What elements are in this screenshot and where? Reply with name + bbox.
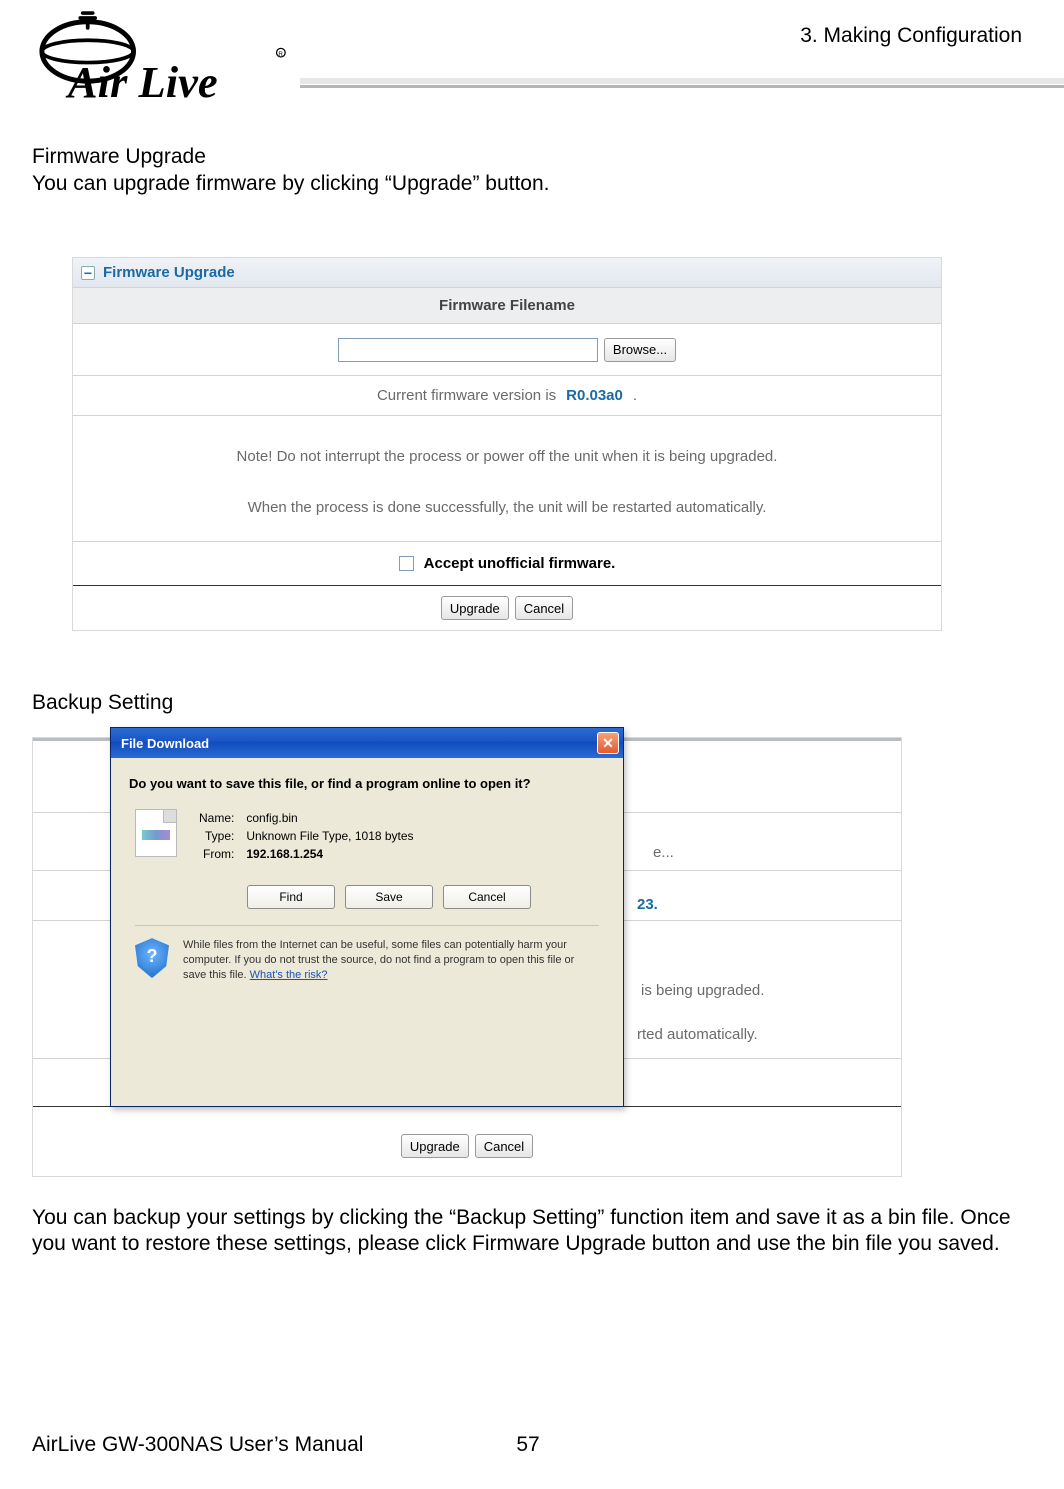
- panel-note-2: When the process is done successfully, t…: [93, 497, 921, 520]
- shield-icon: [135, 938, 169, 978]
- bg-upgrade-button[interactable]: Upgrade: [401, 1134, 469, 1158]
- section-backup-title: Backup Setting: [32, 691, 1024, 715]
- section-firmware-upgrade-desc: You can upgrade firmware by clicking “Up…: [32, 171, 1024, 197]
- svg-text:Air Live: Air Live: [65, 57, 218, 104]
- type-value: Unknown File Type, 1018 bytes: [240, 827, 419, 845]
- bg-browse-fragment: e...: [653, 844, 674, 861]
- whats-the-risk-link[interactable]: What's the risk?: [250, 969, 328, 981]
- browse-button[interactable]: Browse...: [604, 338, 676, 362]
- name-value: config.bin: [240, 809, 419, 827]
- section-backup-desc: You can backup your settings by clicking…: [32, 1205, 1024, 1256]
- backup-screenshot: e... 23. is being upgraded. rted automat…: [32, 737, 902, 1177]
- panel-title: Firmware Upgrade: [103, 264, 235, 281]
- upgrade-button[interactable]: Upgrade: [441, 596, 509, 620]
- from-label: From:: [193, 845, 240, 863]
- brand-logo: Air Live R: [32, 10, 292, 104]
- svg-text:R: R: [278, 51, 283, 58]
- section-firmware-upgrade-title: Firmware Upgrade: [32, 145, 1024, 169]
- version-value: R0.03a0: [566, 387, 623, 404]
- bg-note-fragment-1: is being upgraded.: [641, 982, 764, 999]
- panel-column-header: Firmware Filename: [73, 288, 941, 324]
- accept-unofficial-label: Accept unofficial firmware.: [424, 555, 616, 572]
- manual-name: AirLive GW-300NAS User’s Manual: [32, 1433, 363, 1456]
- firmware-upgrade-panel: − Firmware Upgrade Firmware Filename Bro…: [72, 257, 942, 631]
- panel-collapse-icon[interactable]: −: [81, 266, 95, 280]
- find-button[interactable]: Find: [247, 885, 335, 909]
- from-value: 192.168.1.254: [240, 845, 419, 863]
- bg-note-fragment-2: rted automatically.: [637, 1026, 758, 1043]
- page-footer: AirLive GW-300NAS User’s Manual 57: [32, 1433, 1024, 1457]
- dialog-question: Do you want to save this file, or find a…: [129, 776, 605, 793]
- close-icon[interactable]: ✕: [597, 732, 619, 754]
- version-suffix: .: [633, 387, 637, 404]
- accept-unofficial-checkbox[interactable]: [399, 556, 414, 571]
- firmware-file-input[interactable]: [338, 338, 598, 362]
- panel-note-1: Note! Do not interrupt the process or po…: [93, 446, 921, 469]
- dialog-cancel-button[interactable]: Cancel: [443, 885, 531, 909]
- bg-version-fragment: 23.: [637, 896, 658, 913]
- version-prefix: Current firmware version is: [377, 387, 556, 404]
- file-icon: [135, 809, 177, 857]
- page-number: 57: [516, 1433, 539, 1457]
- name-label: Name:: [193, 809, 240, 827]
- file-download-dialog: File Download ✕ Do you want to save this…: [110, 727, 624, 1107]
- type-label: Type:: [193, 827, 240, 845]
- cancel-button[interactable]: Cancel: [515, 596, 573, 620]
- bg-cancel-button[interactable]: Cancel: [475, 1134, 533, 1158]
- dialog-warning-text: While files from the Internet can be use…: [183, 938, 595, 983]
- dialog-title: File Download: [121, 736, 209, 751]
- save-button[interactable]: Save: [345, 885, 433, 909]
- chapter-label: 3. Making Configuration: [800, 24, 1022, 48]
